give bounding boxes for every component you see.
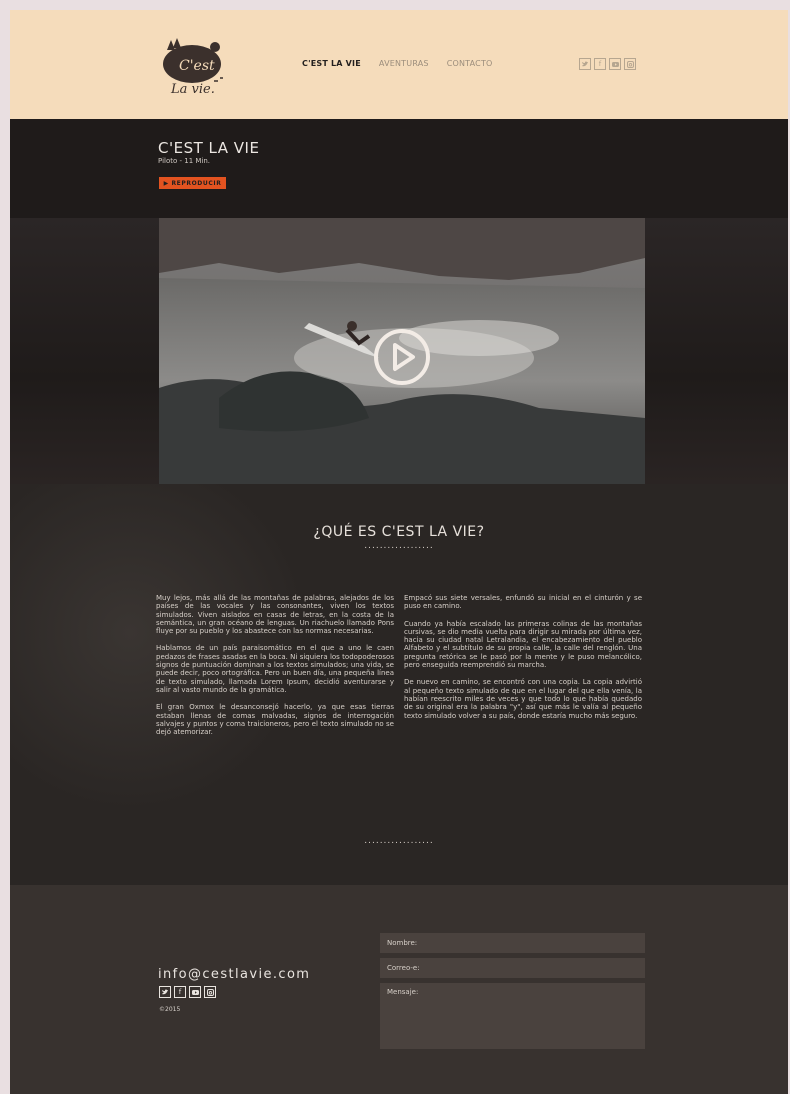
paragraph: Muy lejos, más allá de las montañas de p… — [156, 594, 394, 636]
paragraph: Empacó sus siete versales, enfundó su in… — [404, 594, 642, 611]
logo-text-2: La vie. — [170, 82, 215, 97]
nav-item-cest-la-vie[interactable]: C'EST LA VIE — [302, 59, 361, 68]
twitter-icon[interactable] — [579, 58, 591, 70]
paragraph: De nuevo en camino, se encontró con una … — [404, 678, 642, 720]
paragraph: Cuando ya había escalado las primeras co… — [404, 619, 642, 670]
about-column-left: Muy lejos, más allá de las montañas de p… — [156, 594, 394, 745]
paragraph: Hablamos de un país paraisomático en el … — [156, 644, 394, 694]
twitter-icon[interactable] — [159, 986, 171, 998]
site-footer: info@cestlavie.com f ©2015 — [10, 885, 788, 1094]
main-nav: C'EST LA VIE AVENTURAS CONTACTO — [302, 59, 511, 68]
video-player[interactable] — [159, 218, 645, 484]
about-section: ¿QUÉ ES C'EST LA VIE? ..................… — [10, 484, 788, 885]
logo-text-1: C'est — [179, 58, 215, 74]
social-links-footer: f — [159, 986, 216, 998]
logo[interactable]: C'est La vie. — [157, 34, 231, 98]
instagram-icon[interactable] — [624, 58, 636, 70]
social-links-header: f — [579, 58, 636, 70]
contact-email-link[interactable]: info@cestlavie.com — [158, 967, 310, 982]
paragraph: El gran Oxmox le desanconsejó hacerlo, y… — [156, 703, 394, 737]
message-field[interactable] — [380, 983, 645, 1049]
hero-section: C'EST LA VIE Piloto - 11 Min. ▶ REPRODUC… — [10, 119, 788, 484]
hero-title: C'EST LA VIE — [158, 139, 260, 157]
play-circle-icon[interactable] — [373, 328, 431, 386]
about-column-right: Empacó sus siete versales, enfundó su in… — [404, 594, 642, 729]
hero-subtitle: Piloto - 11 Min. — [158, 157, 211, 165]
play-button[interactable]: ▶ REPRODUCIR — [159, 177, 226, 189]
divider-dots-bottom: .................. — [364, 836, 434, 846]
facebook-icon[interactable]: f — [594, 58, 606, 70]
email-field[interactable] — [380, 958, 645, 978]
youtube-icon[interactable] — [189, 986, 201, 998]
about-title: ¿QUÉ ES C'EST LA VIE? — [313, 524, 485, 540]
instagram-icon[interactable] — [204, 986, 216, 998]
divider-dots: .................. — [364, 541, 434, 551]
youtube-icon[interactable] — [609, 58, 621, 70]
page: C'est La vie. C'EST LA VIE AVENTURAS CON… — [10, 10, 788, 1094]
site-header: C'est La vie. C'EST LA VIE AVENTURAS CON… — [10, 10, 788, 119]
name-field[interactable] — [380, 933, 645, 953]
nav-item-contacto[interactable]: CONTACTO — [447, 59, 493, 68]
nav-item-aventuras[interactable]: AVENTURAS — [379, 59, 429, 68]
facebook-icon[interactable]: f — [174, 986, 186, 998]
copyright-text: ©2015 — [159, 1006, 181, 1013]
